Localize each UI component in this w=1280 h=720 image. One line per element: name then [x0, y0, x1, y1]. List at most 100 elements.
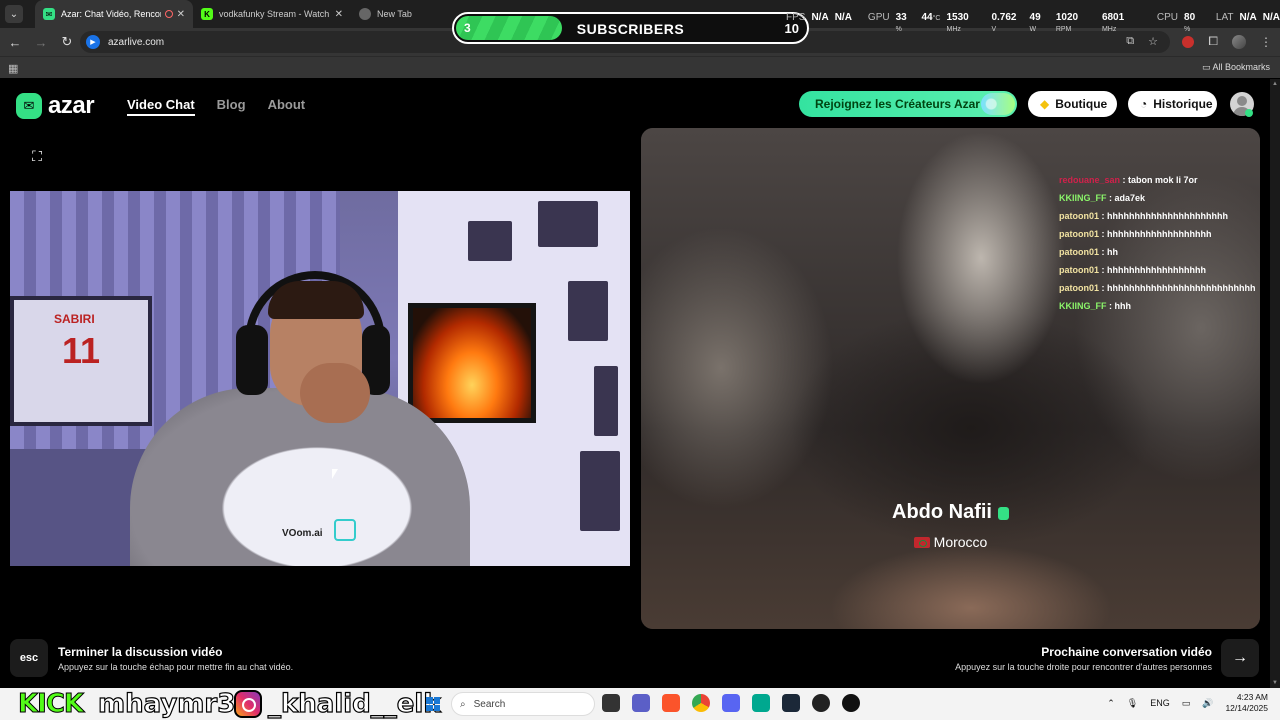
apps-grid-icon[interactable]: ▦	[8, 62, 18, 75]
end-chat-description: Appuyez sur la touche échap pour mettre …	[58, 662, 294, 672]
tab-kick[interactable]: K vodkafunky Stream - Watch Live ✕	[193, 0, 351, 28]
join-creators-label: Rejoignez les Créateurs Azar	[815, 97, 980, 111]
kick-favicon-icon: K	[201, 8, 213, 20]
next-chat-title: Prochaine conversation vidéo	[1041, 645, 1212, 659]
chat-message: patoon01 : hhhhhhhhhhhhhhhhhhh	[1059, 229, 1212, 239]
close-tab-icon[interactable]: ✕	[335, 9, 343, 20]
azar-page: ✉ azar Video Chat Blog About Rejoignez l…	[0, 79, 1270, 688]
shop-button[interactable]: ◆ Boutique	[1028, 91, 1117, 117]
volume-icon[interactable]: 🔊	[1202, 698, 1213, 709]
taskbar-search[interactable]: ⌕ Search	[451, 692, 595, 716]
fps-value-2: N/A	[834, 12, 852, 23]
extension-icon[interactable]	[1182, 35, 1195, 48]
network-icon[interactable]: ▭	[1182, 698, 1191, 709]
peer-info: Abdo Nafii Morocco	[641, 501, 1260, 550]
instagram-username: _khalid__elk	[267, 688, 441, 719]
my-webcam-video: SABIRI 11 VOom.ai	[10, 191, 630, 566]
end-chat-key[interactable]: esc	[10, 639, 48, 677]
url-text: azarlive.com	[108, 36, 165, 48]
online-badge	[1245, 109, 1253, 117]
page-scrollbar[interactable]: ▲ ▼	[1270, 79, 1280, 688]
main-nav: Video Chat Blog About	[127, 97, 305, 116]
kick-username: mhaymr33	[97, 688, 254, 719]
task-view-icon[interactable]	[602, 694, 620, 712]
reload-icon[interactable]: ↻	[56, 34, 78, 50]
extensions-puzzle-icon[interactable]: ⧠	[1208, 34, 1218, 49]
screen: ⌄ ✉ Azar: Chat Vidéo, Rencontrez ✕ K vod…	[0, 0, 1280, 720]
lat-value-2: N/A	[1262, 12, 1280, 23]
chat-app-icon[interactable]	[632, 694, 650, 712]
join-creators-button[interactable]: Rejoignez les Créateurs Azar	[799, 91, 1017, 117]
clock[interactable]: 4:23 AM 12/14/2025	[1225, 692, 1268, 714]
site-info-icon[interactable]: ▶	[86, 35, 100, 49]
app-icon[interactable]	[752, 694, 770, 712]
microphone-icon[interactable]: 🎙	[1127, 698, 1138, 709]
chrome-icon[interactable]	[692, 694, 710, 712]
nav-about[interactable]: About	[268, 97, 306, 116]
nav-blog[interactable]: Blog	[217, 97, 246, 116]
windows-start-icon[interactable]	[426, 697, 440, 711]
chat-username: patoon01	[1059, 211, 1100, 221]
language-indicator[interactable]: ENG	[1150, 698, 1170, 708]
arrow-right-icon: →	[1232, 649, 1248, 666]
discord-icon[interactable]	[722, 694, 740, 712]
clock-icon: ◔	[1140, 97, 1148, 111]
stream-chat-overlay: redouane_san : tabon mok li 7or KKIING_FF…	[1059, 171, 1259, 315]
gpu-label: GPU	[867, 12, 890, 23]
chat-text: hhh	[1114, 301, 1132, 311]
subscriber-label: SUBSCRIBERS	[576, 21, 685, 37]
morocco-flag-icon	[913, 536, 930, 548]
chat-text: hhhhhhhhhhhhhhhhhhh	[1107, 229, 1212, 239]
chat-message: redouane_san : tabon mok li 7or	[1059, 175, 1198, 185]
gpu-clock: 1530 MHz	[946, 12, 969, 33]
search-placeholder: Search	[473, 698, 506, 710]
azar-logo-icon: ✉	[16, 93, 42, 119]
tray-chevron-icon[interactable]: ⌃	[1107, 698, 1115, 709]
back-icon[interactable]: ←	[4, 35, 26, 50]
chat-message: patoon01 : hhhhhhhhhhhhhhhhhhhhhh	[1059, 211, 1228, 221]
peer-country-label: Morocco	[933, 534, 988, 550]
history-button[interactable]: ◔ Historique	[1128, 91, 1217, 117]
recording-icon	[164, 10, 173, 18]
lat-value: N/A	[1239, 12, 1257, 23]
forward-icon[interactable]: →	[30, 35, 52, 50]
chat-message: patoon01 : hhhhhhhhhhhhhhhhhhhhhhhhhhh	[1059, 283, 1256, 293]
clock-time: 4:23 AM	[1236, 692, 1268, 702]
system-tray: ⌃ 🎙 ENG ▭ 🔊 4:23 AM 12/14/2025	[1107, 692, 1268, 714]
cpu-label: CPU	[1156, 12, 1179, 23]
verified-icon	[998, 507, 1009, 521]
performance-overlay: FPS N/A N/A GPU 33 % 44°C 1530 MHz 0.762…	[786, 12, 1280, 34]
gem-icon: ◆	[1040, 97, 1050, 111]
subscriber-goal-bar: 3 SUBSCRIBERS 10	[452, 12, 809, 44]
menu-kebab-icon[interactable]: ⋮	[1260, 35, 1272, 49]
brave-icon[interactable]	[662, 694, 680, 712]
fps-label: FPS	[786, 12, 806, 23]
nav-video-chat[interactable]: Video Chat	[127, 97, 195, 116]
chat-username: patoon01	[1059, 229, 1100, 239]
history-label: Historique	[1153, 97, 1213, 111]
next-chat-button[interactable]: →	[1221, 639, 1259, 677]
azar-logo-text: azar	[48, 92, 95, 119]
search-icon: ⌕	[460, 698, 466, 710]
kick-logo: KICK	[17, 689, 84, 720]
close-tab-icon[interactable]: ✕	[177, 9, 185, 20]
azar-favicon-icon: ✉	[43, 8, 55, 20]
chat-message: KKIING_FF : ada7ek	[1059, 193, 1146, 203]
end-chat-title: Terminer la discussion vidéo	[58, 645, 223, 659]
tab-azar[interactable]: ✉ Azar: Chat Vidéo, Rencontrez ✕	[35, 0, 193, 28]
app-icon-2[interactable]	[842, 694, 860, 712]
profile-icon[interactable]	[1232, 34, 1246, 49]
tab-title: vodkafunky Stream - Watch Live	[219, 9, 331, 19]
chrome-favicon-icon	[359, 8, 371, 20]
all-bookmarks[interactable]: ▭ All Bookmarks	[1202, 62, 1270, 73]
fps-value: N/A	[811, 12, 829, 23]
steam-icon[interactable]	[782, 694, 800, 712]
gpu-power: 49 W	[1029, 12, 1041, 33]
azar-logo[interactable]: ✉ azar	[16, 92, 95, 120]
cast-icon[interactable]: ⧉	[1126, 35, 1134, 48]
tab-search-button[interactable]: ⌄	[5, 5, 23, 23]
fullscreen-icon[interactable]: ⛶	[28, 147, 46, 165]
watermark-label: VOom.ai	[282, 528, 323, 539]
bookmark-star-icon[interactable]: ☆	[1148, 35, 1158, 48]
obs-icon[interactable]	[812, 694, 830, 712]
